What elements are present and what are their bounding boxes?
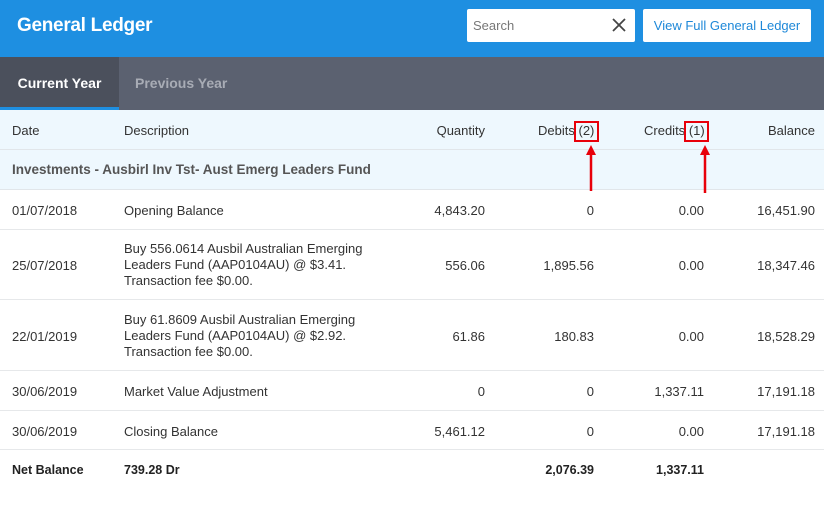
column-header-date[interactable]: Date (12, 123, 39, 138)
row-description: Opening Balance (124, 203, 224, 218)
row-description: Market Value Adjustment (124, 384, 268, 399)
row-balance: 18,528.29 (757, 329, 815, 344)
search-box[interactable] (467, 9, 635, 42)
table-row: 25/07/2018 Buy 556.0614 Ausbil Australia… (0, 230, 824, 300)
view-full-ledger-button[interactable]: View Full General Ledger (643, 9, 811, 42)
tab-bar: Current Year Previous Year (0, 57, 824, 110)
table-row: 22/01/2019 Buy 61.8609 Ausbil Australian… (0, 300, 824, 371)
net-balance-row: Net Balance 739.28 Dr 2,076.39 1,337.11 (0, 450, 824, 490)
row-credits: 0.00 (678, 258, 704, 273)
table-row: 01/07/2018 Opening Balance 4,843.20 0 0.… (0, 190, 824, 230)
row-date: 30/06/2019 (12, 384, 78, 399)
row-quantity: 4,843.20 (434, 203, 485, 218)
row-balance: 18,347.46 (757, 258, 815, 273)
close-icon[interactable] (609, 15, 629, 35)
row-quantity: 0 (477, 384, 485, 399)
search-input[interactable] (467, 9, 607, 42)
row-debits: 0 (586, 424, 594, 439)
arrow-up-icon (586, 145, 596, 191)
row-credits: 0.00 (678, 329, 704, 344)
credits-label: Credits (644, 123, 686, 138)
app-header: General Ledger View Full General Ledger (0, 0, 824, 57)
row-debits: 0 (586, 384, 594, 399)
row-quantity: 61.86 (452, 329, 485, 344)
row-credits: 0.00 (678, 424, 704, 439)
row-quantity: 5,461.12 (434, 424, 485, 439)
column-header-description[interactable]: Description (124, 123, 189, 138)
net-balance-label: Net Balance (12, 463, 84, 477)
row-debits: 0 (586, 203, 594, 218)
row-description: Buy 61.8609 Ausbil Australian Emerging L… (124, 312, 356, 359)
row-date: 01/07/2018 (12, 203, 78, 218)
arrow-up-icon (700, 145, 710, 193)
net-balance-credits: 1,337.11 (656, 463, 704, 477)
row-debits: 1,895.56 (543, 258, 594, 273)
net-balance-value: 739.28 Dr (124, 463, 180, 477)
row-description: Buy 556.0614 Ausbil Australian Emerging … (124, 241, 363, 288)
row-description: Closing Balance (124, 424, 218, 439)
row-date: 25/07/2018 (12, 258, 78, 273)
row-credits: 1,337.11 (654, 384, 704, 399)
row-debits: 180.83 (554, 329, 594, 344)
column-header-quantity[interactable]: Quantity (437, 123, 485, 138)
table-row: 30/06/2019 Closing Balance 5,461.12 0 0.… (0, 411, 824, 450)
row-balance: 17,191.18 (757, 424, 815, 439)
net-balance-debits: 2,076.39 (545, 463, 594, 477)
row-balance: 16,451.90 (757, 203, 815, 218)
account-group-name: Investments - Ausbirl Inv Tst- Aust Emer… (12, 162, 371, 177)
column-header-balance[interactable]: Balance (768, 123, 815, 138)
page-title: General Ledger (17, 15, 153, 36)
credits-count-highlight (684, 121, 709, 142)
table-row: 30/06/2019 Market Value Adjustment 0 0 1… (0, 371, 824, 411)
row-balance: 17,191.18 (757, 384, 815, 399)
tab-current-year[interactable]: Current Year (0, 57, 119, 110)
row-credits: 0.00 (678, 203, 704, 218)
row-quantity: 556.06 (445, 258, 485, 273)
tab-previous-year[interactable]: Previous Year (135, 57, 227, 110)
debits-count-highlight (574, 121, 599, 142)
row-date: 30/06/2019 (12, 424, 78, 439)
debits-label: Debits (538, 123, 575, 138)
row-date: 22/01/2019 (12, 329, 78, 344)
